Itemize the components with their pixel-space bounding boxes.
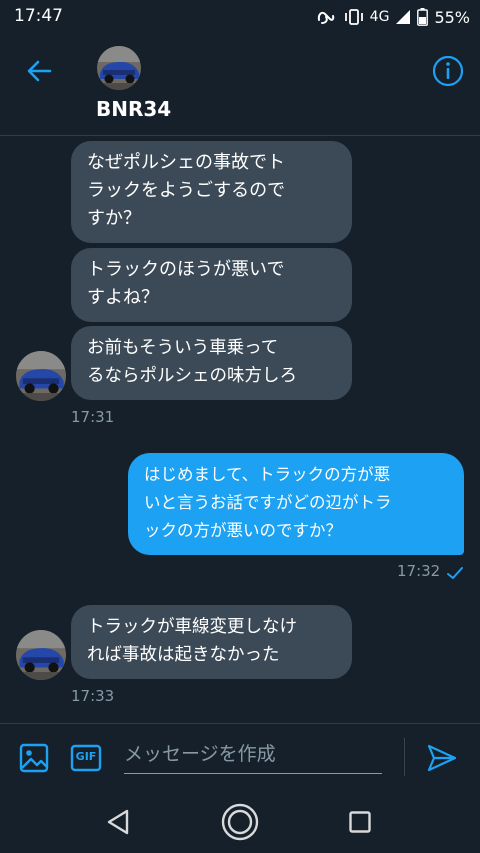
- message-timestamp: 17:33: [71, 687, 115, 705]
- nav-recents-button[interactable]: [340, 802, 380, 842]
- message-bubble[interactable]: トラックのほうが悪いで すよね？: [71, 248, 352, 322]
- vibrate-icon: [344, 9, 363, 25]
- battery-percent: 55%: [434, 7, 470, 27]
- add-image-button[interactable]: [18, 742, 50, 774]
- battery-icon: [417, 8, 429, 26]
- nav-back-button[interactable]: [98, 802, 138, 842]
- info-icon: [432, 55, 464, 87]
- send-button[interactable]: [424, 740, 460, 776]
- info-button[interactable]: [431, 54, 465, 88]
- avatar[interactable]: [97, 46, 141, 90]
- recents-square-icon: [349, 811, 371, 833]
- gif-label: GIF: [75, 750, 97, 763]
- signal-icon: [396, 10, 411, 24]
- send-icon: [427, 744, 457, 772]
- avatar[interactable]: [16, 630, 66, 680]
- status-time: 17:47: [14, 6, 63, 26]
- message-bubble[interactable]: トラックが車線変更しなけ れば事故は起きなかった: [71, 605, 352, 679]
- nav-home-button[interactable]: [220, 802, 260, 842]
- image-icon: [19, 743, 49, 773]
- network-type: 4G: [369, 9, 390, 25]
- composer: GIF メッセージを作成: [0, 723, 480, 791]
- status-bar: 17:47 4G 55%: [0, 0, 480, 34]
- message-timestamp: 17:31: [71, 408, 115, 426]
- avatar[interactable]: [16, 351, 66, 401]
- message-bubble[interactable]: お前もそういう車乗って るならポルシェの味方しろ: [71, 326, 352, 400]
- system-nav-bar: [0, 791, 480, 853]
- back-triangle-icon: [107, 809, 129, 835]
- sent-check-icon: [447, 567, 463, 579]
- message-timestamp: 17:32: [397, 562, 441, 580]
- message-list[interactable]: なぜポルシェの事故でト ラックをようごするので すか？ トラックのほうが悪いで …: [0, 137, 480, 723]
- status-icons: 4G 55%: [316, 5, 470, 29]
- message-bubble[interactable]: なぜポルシェの事故でト ラックをようごするので すか？: [71, 141, 352, 243]
- message-bubble[interactable]: はじめまして、トラックの方が悪 いと言うお話ですがどの辺がトラ ックの方が悪いの…: [128, 453, 464, 555]
- back-button[interactable]: [22, 54, 56, 88]
- conversation-name[interactable]: BNR34: [96, 97, 171, 121]
- conversation-header: BNR34: [0, 34, 480, 136]
- composer-divider: [404, 738, 405, 776]
- message-input[interactable]: メッセージを作成: [124, 734, 382, 774]
- nfc-icon: [317, 11, 334, 24]
- arrow-left-icon: [27, 60, 52, 82]
- add-gif-button[interactable]: GIF: [70, 742, 102, 774]
- home-circle-icon: [221, 803, 259, 841]
